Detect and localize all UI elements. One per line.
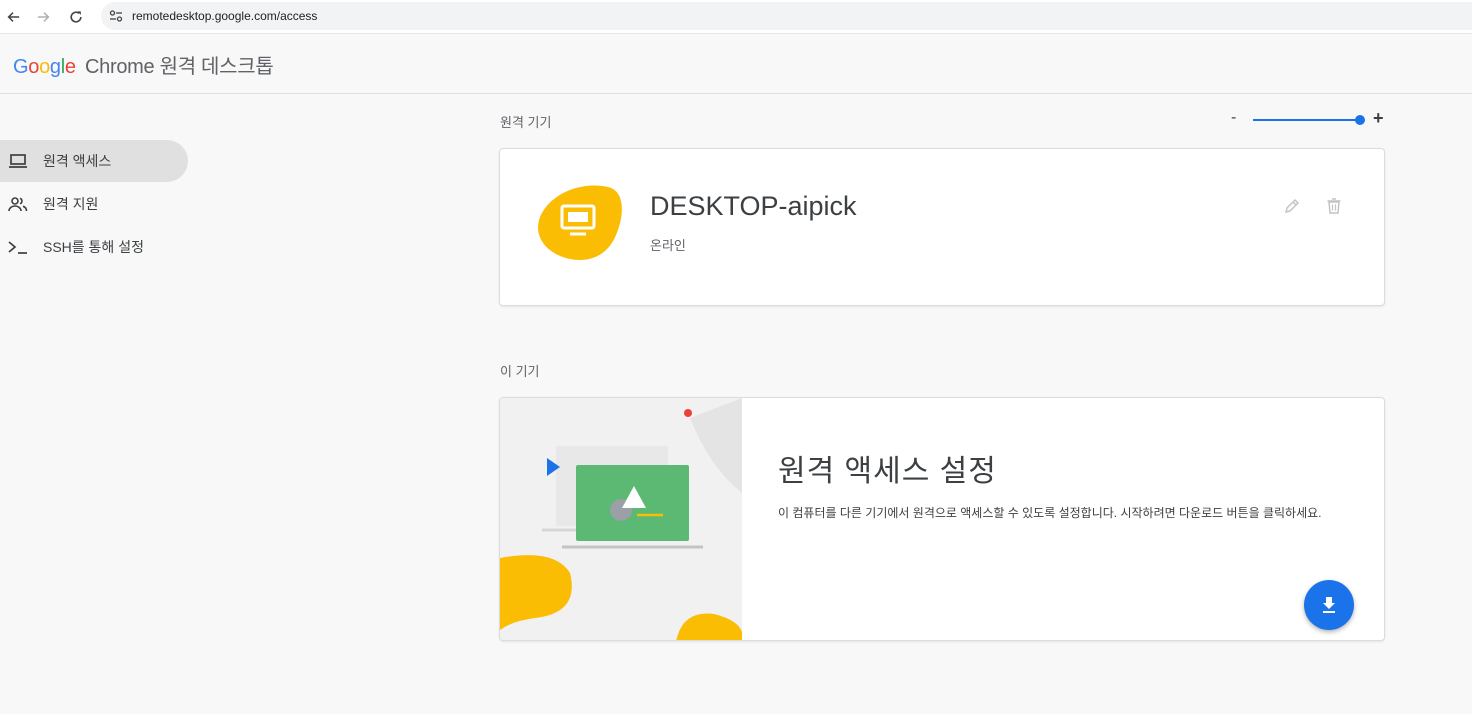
this-device-title: 이 기기 <box>500 364 540 379</box>
device-status: 온라인 <box>650 238 686 253</box>
arrow-right-icon <box>37 12 50 22</box>
delete-device-button[interactable] <box>1323 195 1345 217</box>
laptop-icon <box>7 151 29 171</box>
forward-button[interactable] <box>33 6 55 28</box>
arrow-left-icon <box>7 12 20 22</box>
people-icon <box>7 194 29 214</box>
sidebar-item-label: 원격 액세스 <box>43 153 112 169</box>
reload-icon <box>70 11 82 23</box>
zoom-slider-thumb[interactable] <box>1355 115 1365 125</box>
address-bar[interactable]: remotedesktop.google.com/access <box>101 2 1472 30</box>
zoom-in-button[interactable]: + <box>1373 108 1384 129</box>
setup-illustration <box>500 398 742 640</box>
edit-device-button[interactable] <box>1281 195 1303 217</box>
url-text[interactable]: remotedesktop.google.com/access <box>132 9 317 23</box>
logo-letter: e <box>64 56 76 78</box>
reload-button[interactable] <box>65 6 87 28</box>
logo-letter: o <box>28 56 40 78</box>
app-header: Google Chrome 원격 데스크톱 <box>0 35 1472 94</box>
zoom-slider-track[interactable] <box>1253 119 1360 121</box>
sidebar-item-remote-support[interactable]: 원격 지원 <box>0 183 188 225</box>
app-logo[interactable]: Google Chrome 원격 데스크톱 <box>13 50 274 79</box>
sidebar-item-label: 원격 지원 <box>43 196 99 212</box>
device-name: DESKTOP-aipick <box>650 191 857 221</box>
setup-title: 원격 액세스 설정 <box>778 455 997 488</box>
app-name: Chrome 원격 데스크톱 <box>85 56 274 78</box>
sidebar: 원격 액세스 원격 지원 SSH를 통해 설정 <box>0 140 200 269</box>
logo-letter: G <box>13 56 29 78</box>
back-button[interactable] <box>2 6 24 28</box>
zoom-out-button[interactable]: - <box>1231 109 1236 127</box>
remote-devices-title: 원격 기기 <box>500 115 552 130</box>
site-settings-icon[interactable] <box>109 9 123 23</box>
terminal-icon <box>7 237 29 257</box>
sidebar-item-remote-access[interactable]: 원격 액세스 <box>0 140 188 182</box>
sidebar-item-ssh-setup[interactable]: SSH를 통해 설정 <box>0 226 188 268</box>
logo-letter: g <box>49 56 61 78</box>
device-avatar <box>538 185 622 260</box>
browser-toolbar: remotedesktop.google.com/access <box>0 0 1472 34</box>
download-icon <box>1323 597 1335 613</box>
setup-description: 이 컴퓨터를 다른 기기에서 원격으로 액세스할 수 있도록 설정합니다. 시작… <box>778 506 1322 520</box>
pencil-icon <box>1284 198 1300 214</box>
setup-card: 원격 액세스 설정 이 컴퓨터를 다른 기기에서 원격으로 액세스할 수 있도록… <box>499 397 1385 641</box>
download-button[interactable] <box>1304 580 1354 630</box>
sidebar-item-label: SSH를 통해 설정 <box>43 239 144 255</box>
trash-icon <box>1327 198 1341 214</box>
logo-letter: o <box>39 56 50 78</box>
device-card[interactable]: DESKTOP-aipick 온라인 <box>499 148 1385 306</box>
